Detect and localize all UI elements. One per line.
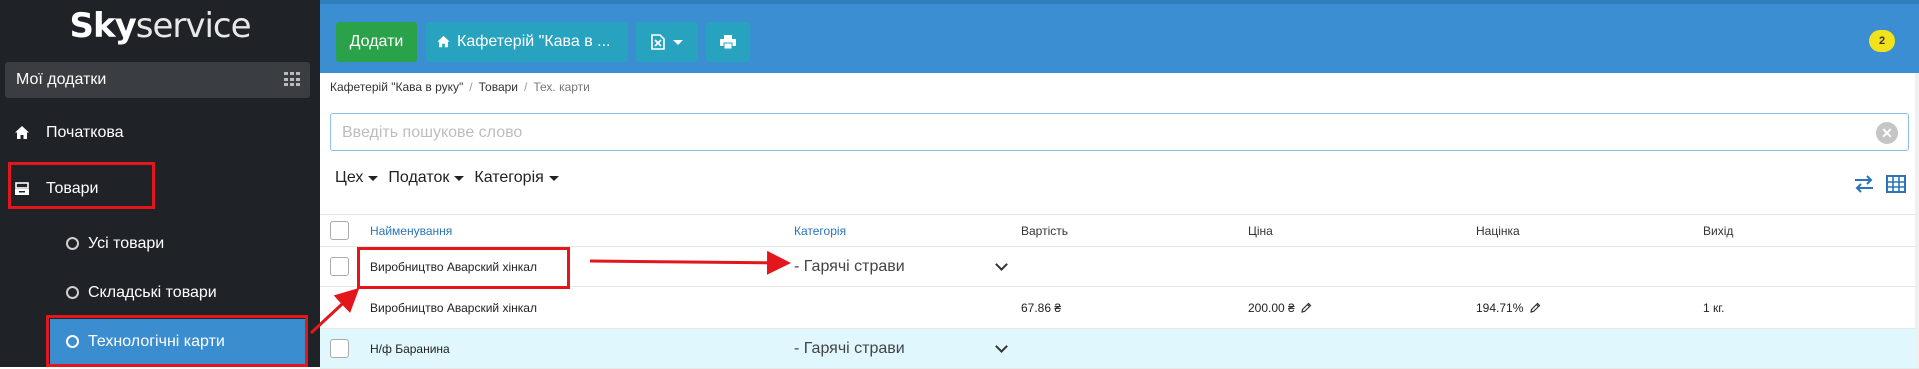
select-all-checkbox[interactable] [330, 221, 349, 240]
sidebar-subitem-all-goods[interactable]: Усі товари [0, 228, 320, 260]
sidebar-subitem-label: Усі товари [88, 235, 165, 252]
filter-bar: Цех Податок Категорія [335, 169, 569, 187]
search-input[interactable] [342, 122, 1842, 144]
my-apps-button[interactable]: Мої додатки [5, 62, 310, 98]
circle-icon [66, 286, 79, 299]
sidebar-subitem-stock-goods[interactable]: Складські товари [0, 277, 320, 309]
row-checkbox[interactable] [330, 339, 349, 358]
store-select-button[interactable]: Кафетерій "Кава в ... [426, 22, 628, 62]
sidebar-item-label: Початкова [46, 124, 124, 141]
breadcrumb-store[interactable]: Кафетерій "Кава в руку" [330, 80, 463, 94]
filter-tax[interactable]: Податок [388, 169, 465, 187]
sidebar-item-home[interactable]: Початкова [0, 117, 320, 149]
breadcrumb-current: Тех. карти [533, 80, 590, 94]
caret-down-icon [548, 175, 559, 181]
annotation-box-goods [8, 162, 155, 209]
cell-category[interactable]: - Гарячі страви [794, 340, 905, 358]
table-grid-icon[interactable] [1885, 173, 1907, 195]
pencil-icon[interactable] [1300, 302, 1312, 314]
annotation-box-tech-cards [46, 315, 308, 367]
sidebar-subitem-label: Складські товари [88, 284, 217, 301]
circle-icon [66, 237, 79, 250]
cell-name: Виробництво Аварский хінкал [370, 300, 537, 315]
header-markup: Націнка [1476, 224, 1520, 238]
table-header: Найменування Категорія Вартість Ціна Нац… [320, 214, 1919, 247]
annotation-box-product [357, 247, 570, 289]
breadcrumb-goods[interactable]: Товари [479, 80, 518, 94]
chevron-down-icon[interactable] [995, 258, 1008, 271]
cell-name: Н/ф Баранина [370, 341, 450, 356]
cell-category[interactable]: - Гарячі страви [794, 258, 905, 276]
sidebar: Skyservice Мої додатки Початкова Товари … [0, 0, 320, 367]
table-row[interactable]: Виробництво Аварский хінкал 67.86 ₴ 200.… [320, 287, 1919, 329]
print-button[interactable] [706, 22, 750, 62]
main-content: Додати Кафетерій "Кава в ... 2 Кафетерій… [320, 0, 1919, 369]
skyservice-logo[interactable]: Skyservice [0, 6, 320, 46]
header-output: Вихід [1703, 224, 1734, 238]
row-checkbox[interactable] [330, 257, 349, 276]
swap-arrows-icon[interactable] [1853, 173, 1875, 195]
header-cost: Вартість [1021, 224, 1068, 238]
printer-icon [720, 35, 736, 49]
breadcrumb: Кафетерій "Кава в руку" / Товари / Тех. карт… [330, 80, 590, 94]
cell-price: 200.00 ₴ [1248, 301, 1312, 315]
add-button[interactable]: Додати [336, 22, 417, 62]
home-icon [15, 126, 29, 139]
apps-grid-icon [284, 72, 301, 87]
clear-search-icon[interactable]: ✕ [1876, 122, 1898, 144]
scrollbar[interactable] [1915, 73, 1919, 367]
pencil-icon[interactable] [1529, 302, 1541, 314]
home-icon [437, 35, 450, 48]
notifications-badge[interactable]: 2 [1869, 30, 1895, 52]
excel-export-button[interactable] [636, 22, 698, 62]
search-box: ✕ [330, 113, 1909, 151]
caret-down-icon [368, 175, 379, 181]
header-price: Ціна [1248, 224, 1273, 238]
top-toolbar: Додати Кафетерій "Кава в ... 2 [320, 0, 1919, 73]
my-apps-label: Мої додатки [16, 71, 107, 88]
cell-cost: 67.86 ₴ [1021, 300, 1062, 315]
filter-category[interactable]: Категорія [474, 169, 559, 187]
chevron-down-icon[interactable] [995, 340, 1008, 353]
excel-file-icon [651, 34, 665, 50]
caret-down-icon [454, 175, 465, 181]
table-row[interactable]: Н/ф Баранина - Гарячі страви [320, 329, 1919, 369]
header-name[interactable]: Найменування [370, 224, 452, 238]
cell-markup: 194.71% [1476, 301, 1541, 315]
breadcrumb-separator: / [524, 80, 528, 94]
cell-output: 1 кг. [1703, 300, 1725, 315]
breadcrumb-separator: / [469, 80, 473, 94]
filter-workshop[interactable]: Цех [335, 169, 379, 187]
chevron-down-icon [673, 39, 683, 45]
view-toggles [1843, 173, 1907, 195]
header-category[interactable]: Категорія [794, 224, 846, 238]
store-select-label: Кафетерій "Кава в ... [457, 33, 611, 50]
